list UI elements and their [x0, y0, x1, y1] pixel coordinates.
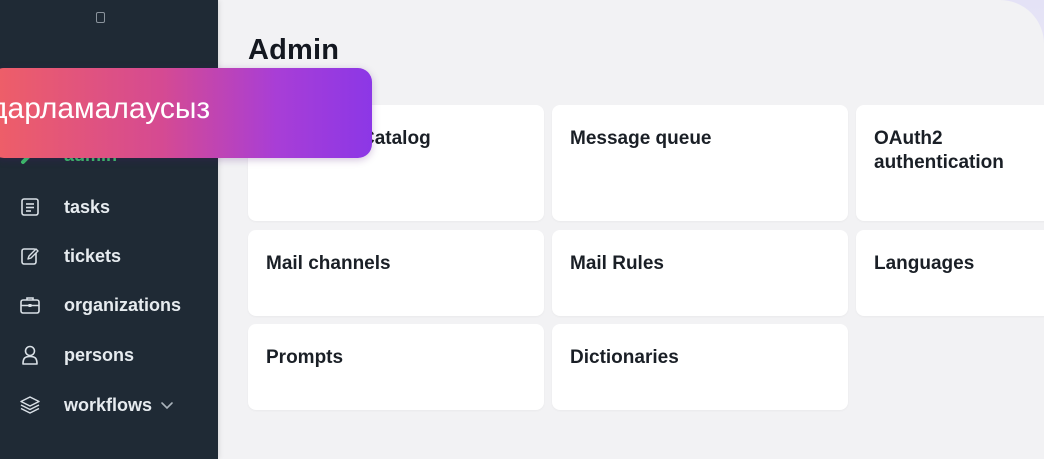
card-label: Mail Rules: [570, 253, 664, 274]
sidebar-toggle-icon[interactable]: [96, 12, 105, 23]
card-label: OAuth2 authentication: [874, 128, 1004, 173]
list-icon: [19, 196, 41, 218]
sidebar-item-workflows[interactable]: workflows: [0, 385, 218, 425]
card-mail-channels[interactable]: Mail channels: [248, 230, 544, 316]
card-label: Catalog: [361, 128, 431, 149]
card-dictionaries[interactable]: Dictionaries: [552, 324, 848, 410]
sidebar-item-label: tickets: [64, 245, 122, 266]
sidebar-item-label: organizations: [64, 294, 182, 315]
sidebar-item-persons[interactable]: persons: [0, 335, 218, 375]
card-label: Prompts: [266, 347, 344, 368]
banner-text: дарламалаусыз: [0, 92, 211, 125]
card-label: Dictionaries: [570, 347, 679, 368]
briefcase-icon: [19, 294, 41, 316]
sidebar-item-label: tasks: [64, 196, 111, 217]
sidebar-item-tasks[interactable]: tasks: [0, 187, 218, 227]
page-title: Admin: [248, 34, 340, 66]
card-languages[interactable]: Languages: [856, 230, 1044, 316]
card-message-queue[interactable]: Message queue: [552, 105, 848, 221]
layers-icon: [19, 394, 41, 416]
sidebar-item-tickets[interactable]: tickets: [0, 236, 218, 276]
sidebar-item-label: persons: [64, 344, 135, 365]
card-prompts[interactable]: Prompts: [248, 324, 544, 410]
card-label: Mail channels: [266, 253, 391, 274]
card-label: Message queue: [570, 128, 712, 149]
card-mail-rules[interactable]: Mail Rules: [552, 230, 848, 316]
card-oauth2-authentication[interactable]: OAuth2 authentication: [856, 105, 1044, 221]
person-icon: [19, 344, 41, 366]
card-label: Languages: [874, 253, 975, 274]
sidebar-item-label: workflows: [64, 395, 174, 416]
promo-banner: дарламалаусыз: [0, 68, 372, 158]
sidebar-item-organizations[interactable]: organizations: [0, 285, 218, 325]
edit-icon: [19, 245, 41, 267]
chevron-down-icon[interactable]: [160, 401, 174, 411]
